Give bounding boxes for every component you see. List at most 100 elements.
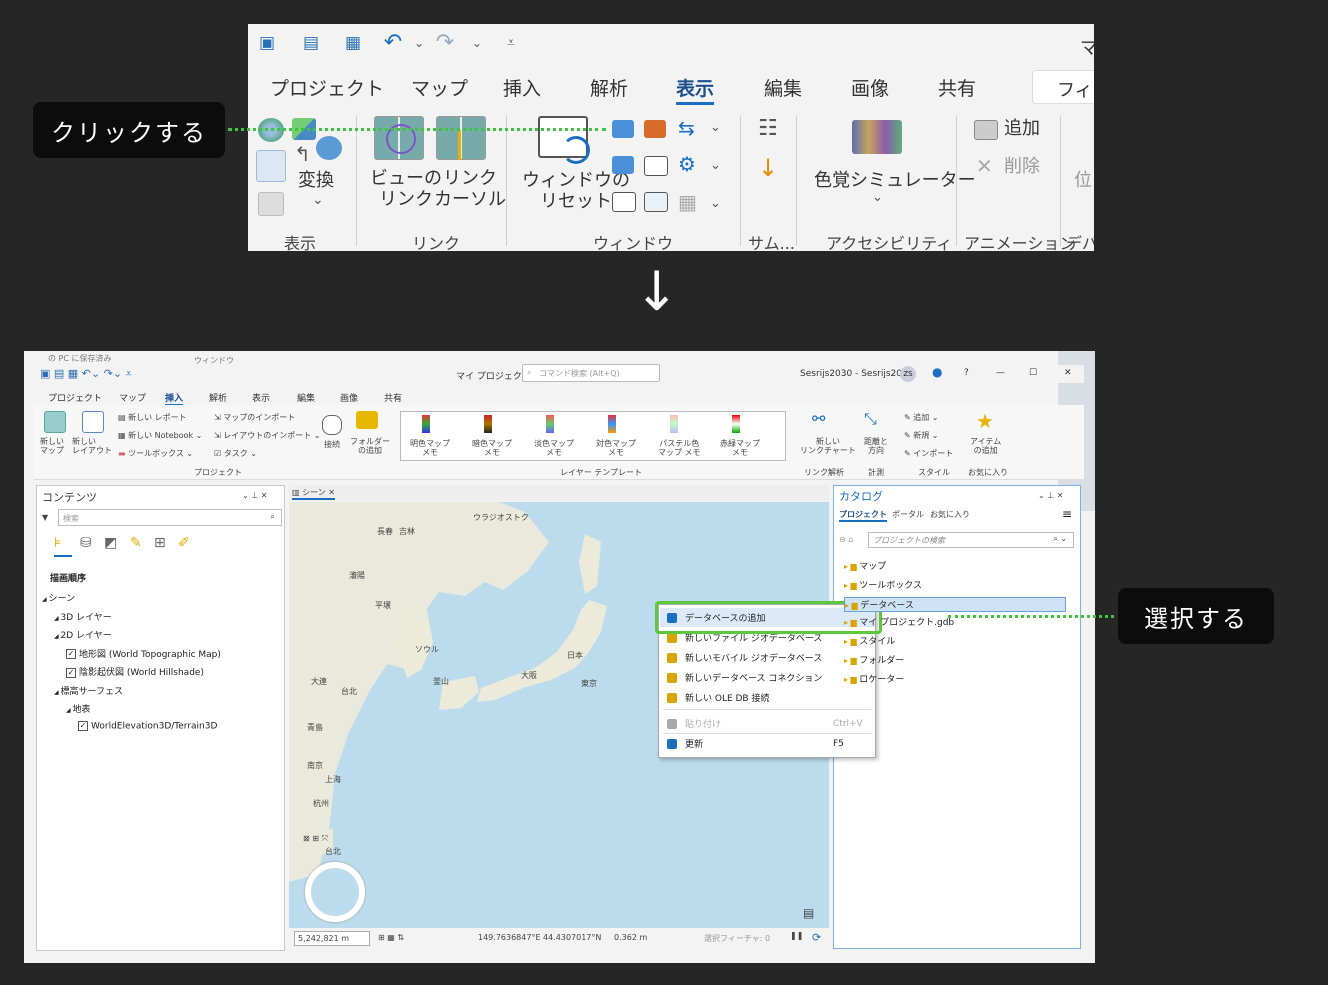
link-views-button[interactable]: ビューの リンク xyxy=(370,168,442,210)
draw-order-icon[interactable]: ⊧ xyxy=(54,535,61,551)
contents-tree-item[interactable]: ◢ シーン xyxy=(42,591,75,604)
color-simulator-icon[interactable] xyxy=(852,120,902,154)
contents-search-input[interactable]: 検索 ⌕ xyxy=(58,509,282,526)
context-menu-item[interactable]: 貼り付け Ctrl+V xyxy=(667,714,863,733)
new-report-button[interactable]: ▤ 新しい レポート xyxy=(118,412,187,423)
new-map-icon[interactable] xyxy=(44,411,66,433)
delete-x-icon[interactable]: ✕ xyxy=(976,154,993,178)
add-button[interactable]: 追加 xyxy=(1004,118,1040,139)
undo-icon[interactable]: ↶ xyxy=(382,32,404,54)
tab-insert[interactable]: 挿入 xyxy=(165,391,184,406)
attributes-pane-icon[interactable] xyxy=(612,192,636,212)
filter-icon[interactable]: ▼ xyxy=(42,513,48,522)
tab-imagery[interactable]: 画像 xyxy=(851,74,889,101)
template-1[interactable]: 暗色マップ メモ xyxy=(472,439,512,457)
pause-icon[interactable]: ❚❚ xyxy=(790,931,803,940)
style-add-button[interactable]: ✎ 追加 ⌄ xyxy=(904,412,939,423)
tab-scene[interactable]: ▥ シーン ✕ xyxy=(292,487,335,500)
python-window-icon[interactable] xyxy=(644,156,668,176)
tab-analysis[interactable]: 解析 xyxy=(590,74,628,101)
convert-button[interactable]: 変換 xyxy=(298,170,334,191)
context-menu-item[interactable]: 更新 F5 xyxy=(667,734,844,753)
minimize-button[interactable]: — xyxy=(996,368,1005,378)
dropdown-icon[interactable]: ⌄ xyxy=(710,120,721,135)
template-0[interactable]: 明色マップ メモ xyxy=(410,439,450,457)
catalog-item[interactable]: ▸ ▆ フォルダー xyxy=(844,653,904,666)
maximize-button[interactable]: ☐ xyxy=(1029,368,1037,378)
new-project-icon[interactable]: ▣ xyxy=(256,32,278,54)
distance-icon[interactable]: ⤡ xyxy=(864,409,877,429)
navigator-controls[interactable]: ⊠ ⊞ ⤧ xyxy=(303,826,328,845)
link-chart-icon[interactable]: ⚯ xyxy=(812,409,825,428)
tab-analysis[interactable]: 解析 xyxy=(209,391,227,404)
data-source-icon[interactable]: ⛁ xyxy=(80,535,92,551)
contents-tree-item[interactable]: ✓ 地形図 (World Topographic Map) xyxy=(66,647,221,660)
refresh-icon[interactable]: ⟳ xyxy=(812,931,821,944)
contents-pane-icon[interactable] xyxy=(612,156,634,174)
avatar[interactable]: ZS xyxy=(900,366,916,382)
tab-project[interactable]: プロジェクト xyxy=(48,391,102,404)
style-import-button[interactable]: ✎ インポート xyxy=(904,448,953,459)
basemap-gray-icon[interactable] xyxy=(258,192,284,216)
import-map-button[interactable]: ⇲ マップのインポート xyxy=(214,412,295,423)
tab-view[interactable]: 表示 xyxy=(676,74,715,105)
context-menu-item[interactable]: 新しいモバイル ジオデータベース xyxy=(667,648,822,667)
save-icon[interactable]: ▦ xyxy=(342,32,364,54)
convert-dropdown-icon[interactable]: ⌄ xyxy=(312,192,324,208)
style-new-button[interactable]: ✎ 新規 ⌄ xyxy=(904,430,939,441)
notification-icon[interactable]: ● xyxy=(932,365,942,379)
contents-tree-item[interactable]: ◢ 標高サーフェス xyxy=(54,684,123,697)
menu-icon[interactable]: ≡ xyxy=(1062,507,1072,521)
tab-project[interactable]: プロジェクト xyxy=(270,74,384,101)
contents-tree-item[interactable]: ◢ 3D レイヤー xyxy=(54,610,112,623)
star-icon[interactable]: ★ xyxy=(976,409,994,433)
new-layout-icon[interactable] xyxy=(82,411,104,433)
add-item-button[interactable]: アイテム の追加 xyxy=(970,437,1001,455)
tab-edit[interactable]: 編集 xyxy=(764,74,802,101)
tab-insert[interactable]: 挿入 xyxy=(503,74,541,101)
context-menu-item[interactable]: 新しい OLE DB 接続 xyxy=(667,688,769,707)
thumbnail-down-icon[interactable]: ↓ xyxy=(758,154,778,182)
dropdown-icon[interactable]: ⌄ xyxy=(872,190,883,205)
customize-qat-icon[interactable]: ⩡ xyxy=(500,32,522,54)
template-4[interactable]: パステル色 マップ メモ xyxy=(658,439,701,457)
tab-share[interactable]: 共有 xyxy=(384,391,402,404)
checkbox[interactable]: ✓ xyxy=(78,720,88,731)
link-cursor-icon[interactable] xyxy=(436,116,486,160)
contents-tree-item[interactable]: ◢ 2D レイヤー xyxy=(54,628,112,641)
import-layout-button[interactable]: ⇲ レイアウトのインポート ⌄ xyxy=(214,430,321,441)
catalog-tab-portal[interactable]: ポータル xyxy=(892,509,924,520)
labeling-icon[interactable]: ✐ xyxy=(178,535,190,551)
catalog-tab-favorites[interactable]: お気に入り xyxy=(930,509,970,520)
user-name[interactable]: Sesrijs2030 - Sesrijs2030 xyxy=(800,369,913,379)
table-pane-icon[interactable] xyxy=(644,192,668,212)
tab-map[interactable]: マップ xyxy=(411,74,468,101)
new-layout-button[interactable]: 新しい レイアウト xyxy=(72,437,112,455)
checkbox[interactable]: ✓ xyxy=(66,667,76,678)
toolbox-pane-icon[interactable] xyxy=(644,120,666,138)
delete-button[interactable]: 削除 xyxy=(1004,156,1040,177)
connect-icon[interactable] xyxy=(322,415,342,435)
tab-edit[interactable]: 編集 xyxy=(297,391,315,404)
pane-controls[interactable]: ⌄ ⊥ ✕ xyxy=(242,491,267,500)
color-simulator-button[interactable]: 色覚シミュレーター xyxy=(814,170,976,191)
tab-share[interactable]: 共有 xyxy=(938,74,976,101)
close-button[interactable]: ✕ xyxy=(1064,368,1072,378)
pane-controls[interactable]: ⌄ ⊥ ✕ xyxy=(1038,491,1063,500)
redo-dropdown-icon[interactable]: ⌄ xyxy=(466,32,488,54)
catalog-item[interactable]: ▸ ▆ スタイル xyxy=(844,634,895,647)
catalog-item[interactable]: ▸ ▆ データベース xyxy=(844,596,1066,612)
context-menu-item[interactable]: 新しいデータベース コネクション xyxy=(667,668,822,687)
add-keyframe-icon[interactable] xyxy=(974,120,998,140)
scene-icon[interactable] xyxy=(256,150,286,182)
selected-features[interactable]: 選択フィーチャ: 0 xyxy=(704,933,770,944)
status-tools-icon[interactable]: ⊞ ▦ ⇅ xyxy=(378,933,404,942)
gear-globe-icon[interactable]: ⚙ xyxy=(678,152,696,176)
help-button[interactable]: ? xyxy=(964,368,969,378)
template-2[interactable]: 淡色マップ メモ xyxy=(534,439,574,457)
editing-icon[interactable]: ✎ xyxy=(130,535,142,551)
command-search-input[interactable]: ⌕ コマンド検索 (Alt+Q) xyxy=(522,364,660,382)
catalog-item[interactable]: ▸ ▆ マップ xyxy=(844,559,886,572)
tab-map[interactable]: マップ xyxy=(119,391,146,404)
template-3[interactable]: 対色マップ メモ xyxy=(596,439,636,457)
